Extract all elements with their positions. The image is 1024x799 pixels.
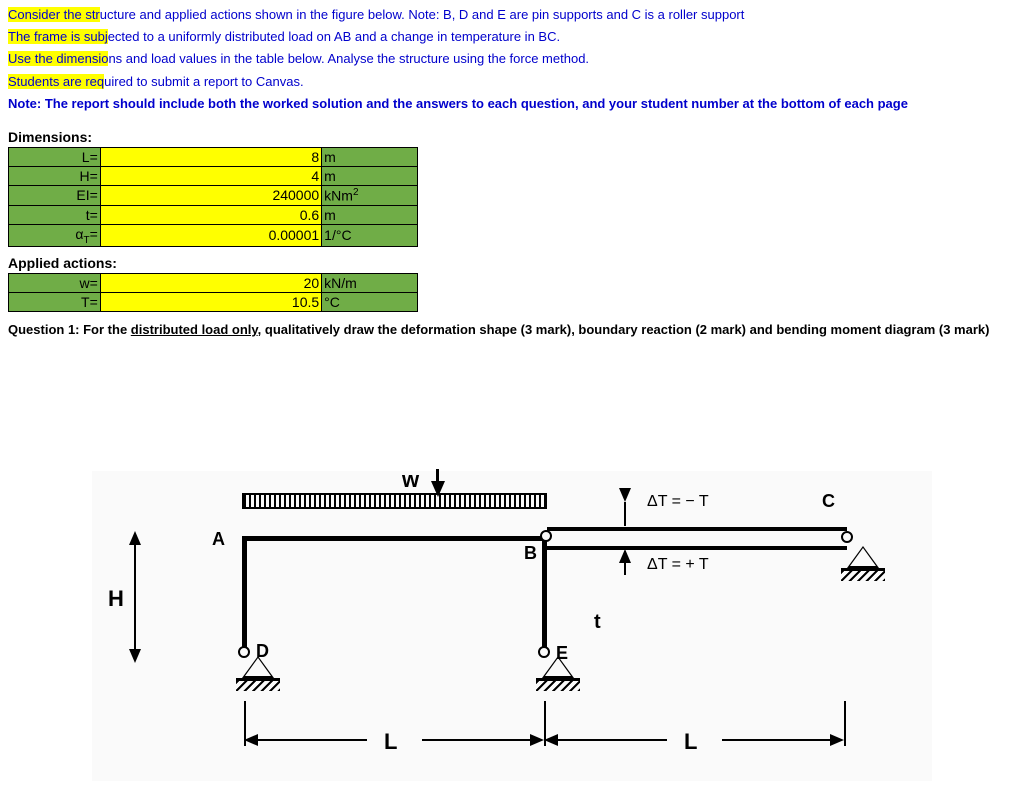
member-ad — [242, 536, 247, 656]
intro-2-rest: ected to a uniformly distributed load on… — [108, 29, 560, 44]
node-c-circle — [841, 531, 853, 543]
intro-4-rest: uired to submit a report to Canvas. — [104, 74, 303, 89]
problem-intro: Consider the structure and applied actio… — [0, 0, 1024, 121]
load-arrow-down-icon — [431, 481, 445, 497]
q1-prefix: Question 1: For the — [8, 322, 131, 337]
table-row: H= 4 m — [9, 166, 418, 185]
dim-line-l1-right — [422, 739, 532, 741]
dim-tick — [844, 701, 846, 746]
dtminus-bar — [624, 502, 626, 526]
arrow-left-icon — [244, 734, 258, 746]
dim-unit: m — [322, 205, 418, 224]
act-unit: kN/m — [322, 274, 418, 293]
intro-line-3: Use the dimensions and load values in th… — [8, 50, 1016, 68]
act-label: w= — [9, 274, 101, 293]
intro-line-4: Students are required to submit a report… — [8, 73, 1016, 91]
intro-4-hl: Students are req — [8, 74, 104, 89]
dim-label-h: H — [108, 586, 124, 612]
dim-line-l2-left — [557, 739, 667, 741]
actions-table: w= 20 kN/m T= 10.5 °C — [8, 273, 418, 312]
node-label-c: C — [822, 491, 835, 512]
arrow-right-icon — [530, 734, 544, 746]
node-label-d: D — [256, 641, 269, 662]
node-b-circle — [540, 530, 552, 542]
actions-heading: Applied actions: — [0, 247, 1024, 273]
intro-3-hl: Use the dimensio — [8, 51, 108, 66]
intro-1-rest: ucture and applied actions shown in the … — [100, 7, 745, 22]
arrow-down-icon — [619, 488, 631, 502]
intro-2-hl: The frame is subj — [8, 29, 108, 44]
table-row: t= 0.6 m — [9, 205, 418, 224]
node-label-a: A — [212, 529, 225, 550]
node-label-b: B — [524, 543, 537, 564]
member-bc-bottom-fiber — [547, 546, 847, 550]
dim-value: 8 — [100, 147, 321, 166]
table-row: EI= 240000 kNm2 — [9, 185, 418, 205]
ground-hatch-icon — [536, 681, 580, 691]
member-be — [542, 536, 547, 656]
intro-line-1: Consider the structure and applied actio… — [8, 6, 1016, 24]
member-bc-top-fiber — [547, 527, 847, 531]
dim-label: t= — [9, 205, 101, 224]
dim-label-l1: L — [384, 729, 397, 755]
arrow-down-icon — [129, 649, 141, 663]
arrow-right-icon — [830, 734, 844, 746]
member-ab — [242, 536, 542, 541]
pin-inner — [850, 548, 876, 566]
delta-t-minus: ΔT = − T — [647, 493, 709, 511]
ground-hatch-icon — [236, 681, 280, 691]
intro-line-2: The frame is subjected to a uniformly di… — [8, 28, 1016, 46]
dim-label: H= — [9, 166, 101, 185]
arrow-left-icon — [544, 734, 558, 746]
dim-label: αT= — [9, 224, 101, 247]
structure-figure: w A B C D — [92, 471, 932, 781]
intro-3-rest: ns and load values in the table below. A… — [108, 51, 589, 66]
dim-value: 4 — [100, 166, 321, 185]
act-unit: °C — [322, 293, 418, 312]
table-row: w= 20 kN/m — [9, 274, 418, 293]
ground-hatch-icon — [841, 571, 885, 581]
arrow-up-icon — [129, 531, 141, 545]
dim-value: 0.00001 — [100, 224, 321, 247]
q1-emph: distributed load only — [131, 322, 258, 337]
dim-unit: m — [322, 166, 418, 185]
dimensions-heading: Dimensions: — [0, 121, 1024, 147]
table-row: L= 8 m — [9, 147, 418, 166]
table-row: T= 10.5 °C — [9, 293, 418, 312]
act-label: T= — [9, 293, 101, 312]
act-value: 10.5 — [100, 293, 321, 312]
load-label-w: w — [402, 467, 419, 493]
dim-unit: 1/°C — [322, 224, 418, 247]
arrow-up-icon — [619, 549, 631, 563]
dim-label: EI= — [9, 185, 101, 205]
node-label-e: E — [556, 643, 568, 664]
figure-container: w A B C D — [0, 341, 1024, 781]
dim-label: L= — [9, 147, 101, 166]
delta-t-plus: ΔT = + T — [647, 556, 709, 574]
dim-line-h — [134, 536, 136, 656]
q1-rest: , qualitatively draw the deformation sha… — [258, 322, 990, 337]
dimensions-table: L= 8 m H= 4 m EI= 240000 kNm2 t= 0.6 m α… — [8, 147, 418, 247]
act-value: 20 — [100, 274, 321, 293]
dim-line-l2-right — [722, 739, 832, 741]
dim-label-l2: L — [684, 729, 697, 755]
intro-note: Note: The report should include both the… — [8, 95, 1016, 113]
intro-1-hl: Consider the str — [8, 7, 100, 22]
dim-unit: m — [322, 147, 418, 166]
dim-line-l1-left — [257, 739, 367, 741]
dim-label-t: t — [594, 611, 601, 634]
distributed-load-bar — [242, 493, 547, 509]
dim-unit: kNm2 — [322, 185, 418, 205]
dim-value: 240000 — [100, 185, 321, 205]
table-row: αT= 0.00001 1/°C — [9, 224, 418, 247]
roller-support-c — [847, 546, 879, 568]
dim-value: 0.6 — [100, 205, 321, 224]
question-1: Question 1: For the distributed load onl… — [0, 312, 1024, 341]
